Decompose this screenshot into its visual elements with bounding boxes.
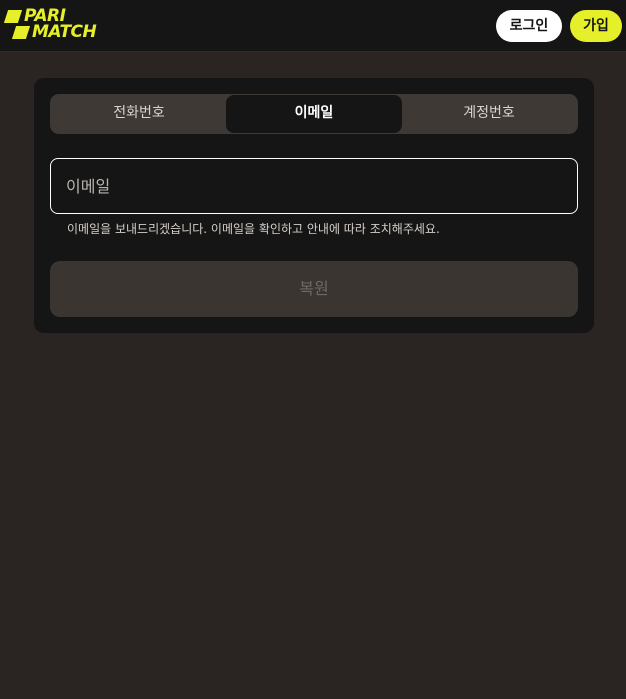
- recovery-card: 전화번호 이메일 계정번호 이메일을 보내드리겠습니다. 이메일을 확인하고 안…: [34, 78, 594, 333]
- email-hint-text: 이메일을 보내드리겠습니다. 이메일을 확인하고 안내에 따라 조치해주세요.: [67, 222, 440, 236]
- email-input[interactable]: [66, 159, 561, 213]
- tab-account-number[interactable]: 계정번호: [401, 95, 577, 133]
- tab-email[interactable]: 이메일: [226, 95, 402, 133]
- login-button[interactable]: 로그인: [496, 10, 562, 42]
- recovery-method-tabs: 전화번호 이메일 계정번호: [50, 94, 578, 134]
- join-button[interactable]: 가입: [570, 10, 622, 42]
- logo-bar-icon: [3, 9, 23, 23]
- parimatch-logo[interactable]: PARI MATCH: [3, 7, 106, 42]
- logo-bar-icon: [11, 25, 31, 39]
- logo-text-match: MATCH: [32, 22, 97, 42]
- email-field-box[interactable]: [50, 158, 578, 214]
- top-header: PARI MATCH 로그인 가입: [0, 0, 626, 52]
- tab-phone[interactable]: 전화번호: [51, 95, 227, 133]
- restore-button[interactable]: 복원: [50, 261, 578, 317]
- logo-line-bottom: MATCH: [11, 22, 97, 42]
